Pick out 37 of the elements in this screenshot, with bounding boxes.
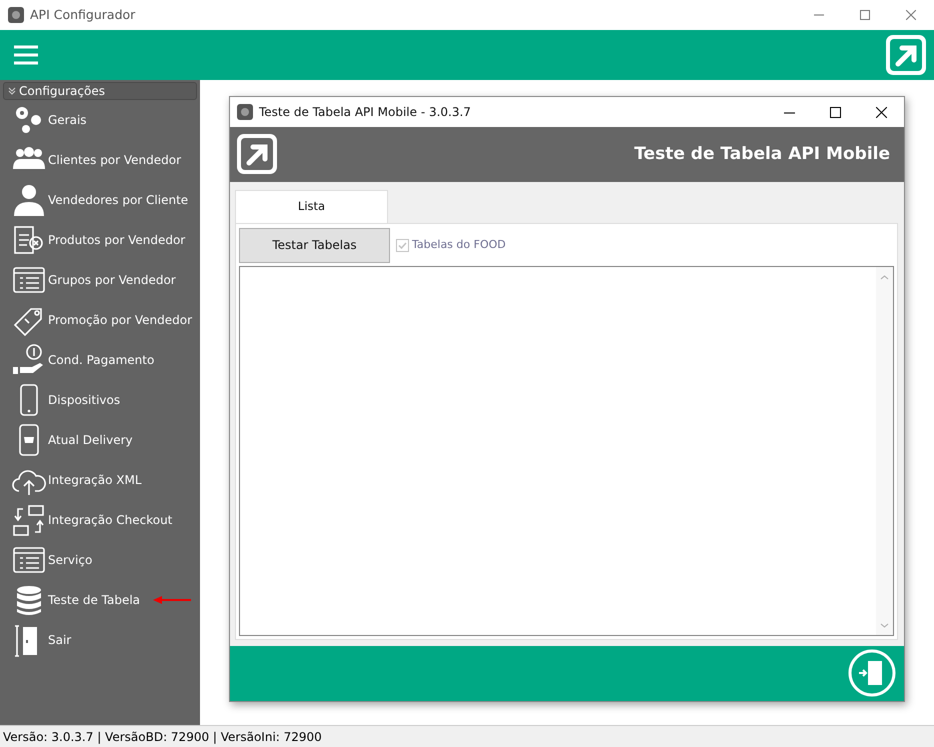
app-icon — [237, 104, 253, 120]
person-icon — [11, 183, 47, 217]
test-tables-button[interactable]: Testar Tabelas — [239, 228, 390, 262]
sidebar-item[interactable]: Grupos por Vendedor — [3, 260, 197, 300]
sidebar-item[interactable]: Clientes por Vendedor — [3, 140, 197, 180]
sidebar-item[interactable]: Produtos por Vendedor — [3, 220, 197, 260]
sidebar-item[interactable]: Cond. Pagamento — [3, 340, 197, 380]
menu-icon[interactable] — [14, 45, 38, 65]
exit-door-icon[interactable] — [848, 649, 896, 698]
sidebar-item[interactable]: Serviço — [3, 540, 197, 580]
sidebar-item[interactable]: Gerais — [3, 100, 197, 140]
close-icon — [876, 106, 886, 118]
sidebar-item[interactable]: Promoção por Vendedor — [3, 300, 197, 340]
sidebar-item[interactable]: Teste de Tabela — [3, 580, 197, 620]
dialog-header-title: Teste de Tabela API Mobile — [634, 142, 890, 166]
sidebar-header[interactable]: Configurações — [3, 82, 197, 100]
status-bar: Versão: 3.0.3.7 | VersãoBD: 72900 | VersãoIni: 72900 — [0, 725, 934, 747]
logo-icon — [886, 35, 926, 75]
close-icon — [906, 10, 916, 20]
maximize-icon — [860, 10, 870, 20]
sidebar-item[interactable]: Integração XML — [3, 460, 197, 500]
sidebar-item[interactable]: Integração Checkout — [3, 500, 197, 540]
sidebar-item[interactable]: Vendedores por Cliente — [3, 180, 197, 220]
arrow-icon — [153, 596, 192, 604]
checkbox-label: Tabelas do FOOD — [412, 236, 506, 253]
dialog-title: Teste de Tabela API Mobile - 3.0.3.7 — [259, 104, 471, 121]
window-title: API Configurador — [30, 6, 136, 24]
sidebar-item[interactable]: Dispositivos — [3, 380, 197, 420]
exchange-icon — [11, 503, 47, 537]
maximize-icon — [830, 106, 840, 118]
sidebar-item[interactable]: Atual Delivery — [3, 420, 197, 460]
tab[interactable]: Lista — [235, 190, 388, 222]
scrollbar[interactable] — [876, 266, 893, 634]
app-icon — [8, 7, 24, 23]
logo-icon — [237, 134, 277, 174]
sidebar-item[interactable]: Sair — [3, 620, 197, 660]
sidebar-header-label: Configurações — [19, 83, 105, 100]
